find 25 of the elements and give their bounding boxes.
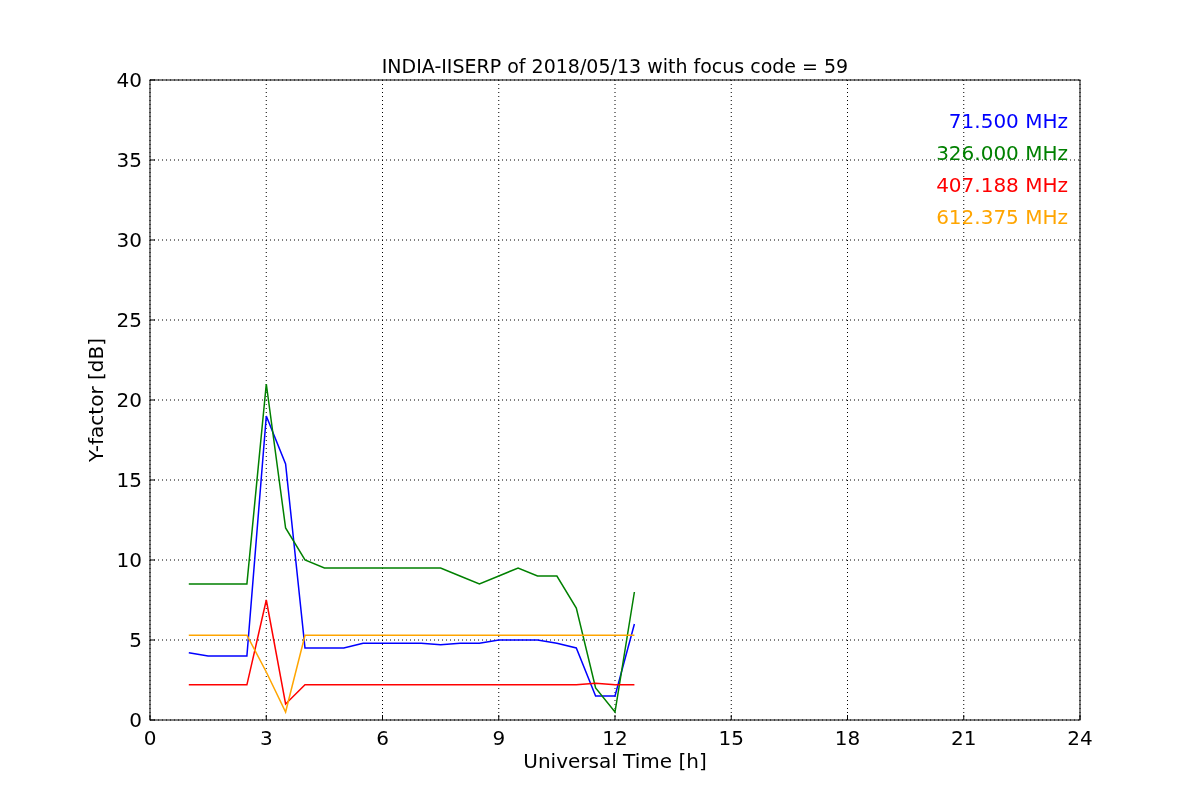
chart-title: INDIA-IISERP of 2018/05/13 with focus code = 59	[381, 55, 849, 77]
y-tick-label: 20	[116, 388, 142, 412]
y-tick-label: 30	[116, 228, 142, 252]
x-axis-label: Universal Time [h]	[523, 749, 707, 773]
y-tick-label: 40	[116, 68, 142, 92]
y-tick-label: 25	[116, 308, 142, 332]
x-tick-label: 15	[718, 726, 744, 750]
x-tick-label: 18	[834, 726, 861, 750]
x-tick-label: 12	[602, 726, 628, 750]
y-tick-label: 5	[129, 628, 142, 652]
x-tick-label: 9	[492, 726, 506, 750]
x-tick-label: 0	[143, 726, 157, 750]
x-tick-label: 21	[951, 726, 977, 750]
legend-entry: 326.000 MHz	[936, 141, 1068, 165]
legend-entry: 71.500 MHz	[948, 109, 1068, 133]
x-tick-label: 3	[259, 726, 273, 750]
y-tick-label: 10	[116, 548, 142, 572]
y-tick-label: 15	[116, 468, 142, 492]
y-axis-label: Y-factor [dB]	[84, 338, 108, 462]
x-tick-label: 6	[376, 726, 389, 750]
x-tick-label: 24	[1067, 726, 1093, 750]
legend-entry: 612.375 MHz	[936, 205, 1068, 229]
y-tick-label: 35	[116, 148, 142, 172]
y-tick-label: 0	[129, 708, 142, 732]
legend-entry: 407.188 MHz	[936, 173, 1068, 197]
